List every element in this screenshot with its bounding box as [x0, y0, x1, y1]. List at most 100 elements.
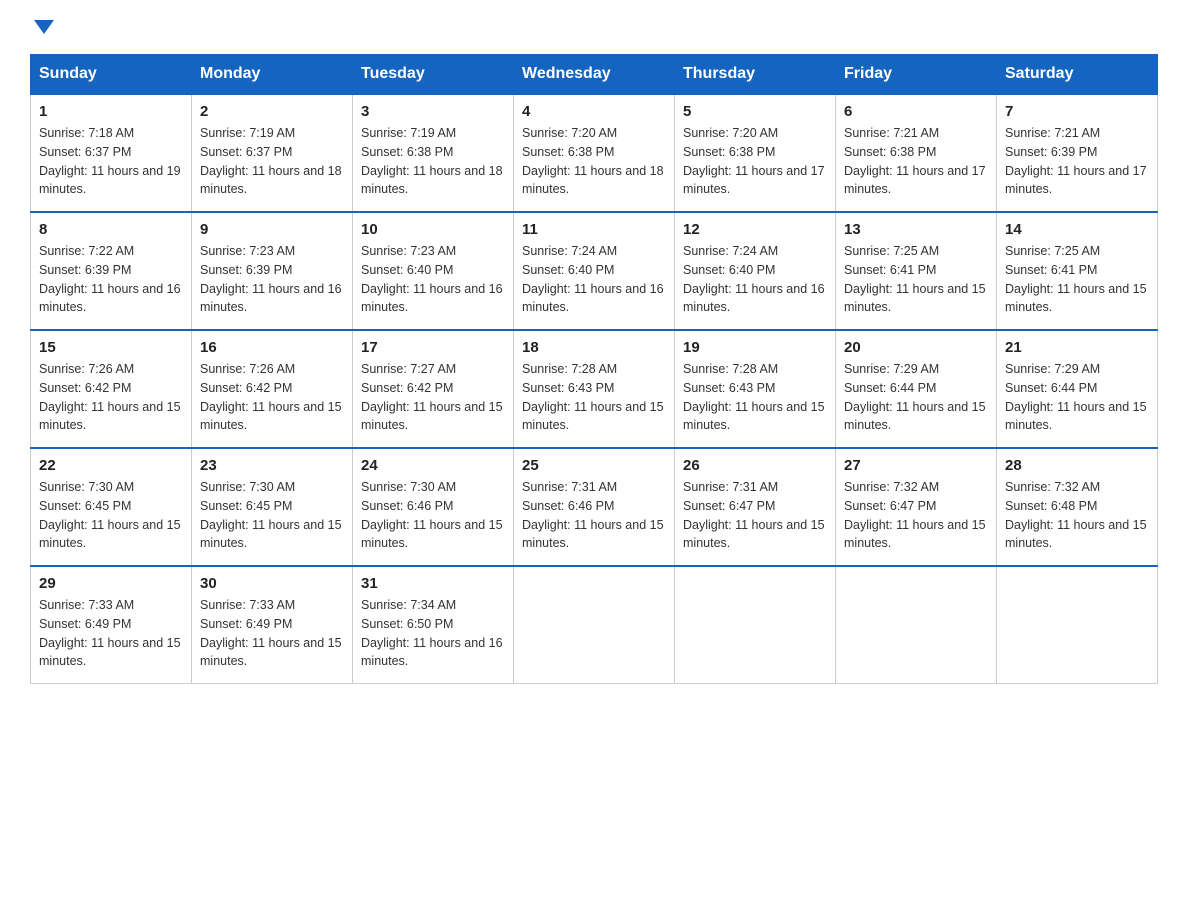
calendar-cell: 4 Sunrise: 7:20 AM Sunset: 6:38 PM Dayli… [514, 94, 675, 212]
calendar-cell [514, 566, 675, 684]
day-info: Sunrise: 7:22 AM Sunset: 6:39 PM Dayligh… [39, 242, 183, 317]
calendar-week-row-1: 1 Sunrise: 7:18 AM Sunset: 6:37 PM Dayli… [31, 94, 1158, 212]
weekday-header-sunday: Sunday [31, 55, 192, 95]
day-info: Sunrise: 7:33 AM Sunset: 6:49 PM Dayligh… [200, 596, 344, 671]
calendar-cell [675, 566, 836, 684]
day-info: Sunrise: 7:31 AM Sunset: 6:47 PM Dayligh… [683, 478, 827, 553]
day-number: 23 [200, 457, 344, 474]
day-info: Sunrise: 7:25 AM Sunset: 6:41 PM Dayligh… [844, 242, 988, 317]
calendar-cell: 2 Sunrise: 7:19 AM Sunset: 6:37 PM Dayli… [192, 94, 353, 212]
day-number: 3 [361, 103, 505, 120]
day-info: Sunrise: 7:28 AM Sunset: 6:43 PM Dayligh… [683, 360, 827, 435]
weekday-header-saturday: Saturday [997, 55, 1158, 95]
calendar-cell: 5 Sunrise: 7:20 AM Sunset: 6:38 PM Dayli… [675, 94, 836, 212]
calendar-cell: 18 Sunrise: 7:28 AM Sunset: 6:43 PM Dayl… [514, 330, 675, 448]
day-info: Sunrise: 7:24 AM Sunset: 6:40 PM Dayligh… [683, 242, 827, 317]
day-info: Sunrise: 7:26 AM Sunset: 6:42 PM Dayligh… [39, 360, 183, 435]
day-number: 1 [39, 103, 183, 120]
day-info: Sunrise: 7:20 AM Sunset: 6:38 PM Dayligh… [522, 124, 666, 199]
calendar-cell: 17 Sunrise: 7:27 AM Sunset: 6:42 PM Dayl… [353, 330, 514, 448]
day-number: 12 [683, 221, 827, 238]
calendar-table: SundayMondayTuesdayWednesdayThursdayFrid… [30, 54, 1158, 684]
day-number: 21 [1005, 339, 1149, 356]
day-info: Sunrise: 7:34 AM Sunset: 6:50 PM Dayligh… [361, 596, 505, 671]
calendar-cell: 23 Sunrise: 7:30 AM Sunset: 6:45 PM Dayl… [192, 448, 353, 566]
weekday-header-wednesday: Wednesday [514, 55, 675, 95]
day-number: 5 [683, 103, 827, 120]
day-number: 19 [683, 339, 827, 356]
day-number: 11 [522, 221, 666, 238]
day-info: Sunrise: 7:26 AM Sunset: 6:42 PM Dayligh… [200, 360, 344, 435]
calendar-cell: 16 Sunrise: 7:26 AM Sunset: 6:42 PM Dayl… [192, 330, 353, 448]
day-number: 27 [844, 457, 988, 474]
day-number: 31 [361, 575, 505, 592]
day-number: 29 [39, 575, 183, 592]
calendar-cell: 8 Sunrise: 7:22 AM Sunset: 6:39 PM Dayli… [31, 212, 192, 330]
calendar-week-row-5: 29 Sunrise: 7:33 AM Sunset: 6:49 PM Dayl… [31, 566, 1158, 684]
day-number: 15 [39, 339, 183, 356]
day-info: Sunrise: 7:29 AM Sunset: 6:44 PM Dayligh… [1005, 360, 1149, 435]
day-number: 20 [844, 339, 988, 356]
day-info: Sunrise: 7:28 AM Sunset: 6:43 PM Dayligh… [522, 360, 666, 435]
day-info: Sunrise: 7:21 AM Sunset: 6:39 PM Dayligh… [1005, 124, 1149, 199]
calendar-cell: 22 Sunrise: 7:30 AM Sunset: 6:45 PM Dayl… [31, 448, 192, 566]
calendar-week-row-3: 15 Sunrise: 7:26 AM Sunset: 6:42 PM Dayl… [31, 330, 1158, 448]
weekday-header-row: SundayMondayTuesdayWednesdayThursdayFrid… [31, 55, 1158, 95]
day-number: 17 [361, 339, 505, 356]
day-info: Sunrise: 7:31 AM Sunset: 6:46 PM Dayligh… [522, 478, 666, 553]
day-number: 22 [39, 457, 183, 474]
calendar-cell: 10 Sunrise: 7:23 AM Sunset: 6:40 PM Dayl… [353, 212, 514, 330]
calendar-cell: 6 Sunrise: 7:21 AM Sunset: 6:38 PM Dayli… [836, 94, 997, 212]
day-info: Sunrise: 7:33 AM Sunset: 6:49 PM Dayligh… [39, 596, 183, 671]
day-info: Sunrise: 7:30 AM Sunset: 6:45 PM Dayligh… [200, 478, 344, 553]
calendar-cell: 29 Sunrise: 7:33 AM Sunset: 6:49 PM Dayl… [31, 566, 192, 684]
day-number: 28 [1005, 457, 1149, 474]
calendar-cell: 9 Sunrise: 7:23 AM Sunset: 6:39 PM Dayli… [192, 212, 353, 330]
day-number: 2 [200, 103, 344, 120]
day-info: Sunrise: 7:18 AM Sunset: 6:37 PM Dayligh… [39, 124, 183, 199]
calendar-cell: 19 Sunrise: 7:28 AM Sunset: 6:43 PM Dayl… [675, 330, 836, 448]
day-number: 16 [200, 339, 344, 356]
day-number: 13 [844, 221, 988, 238]
day-number: 14 [1005, 221, 1149, 238]
calendar-cell [997, 566, 1158, 684]
calendar-cell: 3 Sunrise: 7:19 AM Sunset: 6:38 PM Dayli… [353, 94, 514, 212]
day-info: Sunrise: 7:32 AM Sunset: 6:48 PM Dayligh… [1005, 478, 1149, 553]
page-header [30, 20, 1158, 34]
day-info: Sunrise: 7:20 AM Sunset: 6:38 PM Dayligh… [683, 124, 827, 199]
calendar-week-row-2: 8 Sunrise: 7:22 AM Sunset: 6:39 PM Dayli… [31, 212, 1158, 330]
day-number: 7 [1005, 103, 1149, 120]
day-info: Sunrise: 7:29 AM Sunset: 6:44 PM Dayligh… [844, 360, 988, 435]
logo [30, 20, 54, 34]
day-info: Sunrise: 7:25 AM Sunset: 6:41 PM Dayligh… [1005, 242, 1149, 317]
day-info: Sunrise: 7:23 AM Sunset: 6:40 PM Dayligh… [361, 242, 505, 317]
calendar-cell: 15 Sunrise: 7:26 AM Sunset: 6:42 PM Dayl… [31, 330, 192, 448]
calendar-cell: 14 Sunrise: 7:25 AM Sunset: 6:41 PM Dayl… [997, 212, 1158, 330]
calendar-cell: 26 Sunrise: 7:31 AM Sunset: 6:47 PM Dayl… [675, 448, 836, 566]
calendar-cell: 7 Sunrise: 7:21 AM Sunset: 6:39 PM Dayli… [997, 94, 1158, 212]
day-info: Sunrise: 7:24 AM Sunset: 6:40 PM Dayligh… [522, 242, 666, 317]
weekday-header-tuesday: Tuesday [353, 55, 514, 95]
calendar-cell: 20 Sunrise: 7:29 AM Sunset: 6:44 PM Dayl… [836, 330, 997, 448]
day-number: 6 [844, 103, 988, 120]
calendar-cell: 28 Sunrise: 7:32 AM Sunset: 6:48 PM Dayl… [997, 448, 1158, 566]
weekday-header-thursday: Thursday [675, 55, 836, 95]
calendar-cell: 11 Sunrise: 7:24 AM Sunset: 6:40 PM Dayl… [514, 212, 675, 330]
day-number: 30 [200, 575, 344, 592]
calendar-cell: 24 Sunrise: 7:30 AM Sunset: 6:46 PM Dayl… [353, 448, 514, 566]
day-info: Sunrise: 7:21 AM Sunset: 6:38 PM Dayligh… [844, 124, 988, 199]
calendar-cell: 21 Sunrise: 7:29 AM Sunset: 6:44 PM Dayl… [997, 330, 1158, 448]
weekday-header-friday: Friday [836, 55, 997, 95]
day-number: 26 [683, 457, 827, 474]
calendar-cell: 25 Sunrise: 7:31 AM Sunset: 6:46 PM Dayl… [514, 448, 675, 566]
weekday-header-monday: Monday [192, 55, 353, 95]
day-info: Sunrise: 7:19 AM Sunset: 6:37 PM Dayligh… [200, 124, 344, 199]
day-info: Sunrise: 7:23 AM Sunset: 6:39 PM Dayligh… [200, 242, 344, 317]
day-number: 25 [522, 457, 666, 474]
day-info: Sunrise: 7:19 AM Sunset: 6:38 PM Dayligh… [361, 124, 505, 199]
logo-triangle-icon [34, 20, 54, 34]
day-number: 8 [39, 221, 183, 238]
calendar-cell: 13 Sunrise: 7:25 AM Sunset: 6:41 PM Dayl… [836, 212, 997, 330]
day-info: Sunrise: 7:30 AM Sunset: 6:45 PM Dayligh… [39, 478, 183, 553]
day-number: 4 [522, 103, 666, 120]
